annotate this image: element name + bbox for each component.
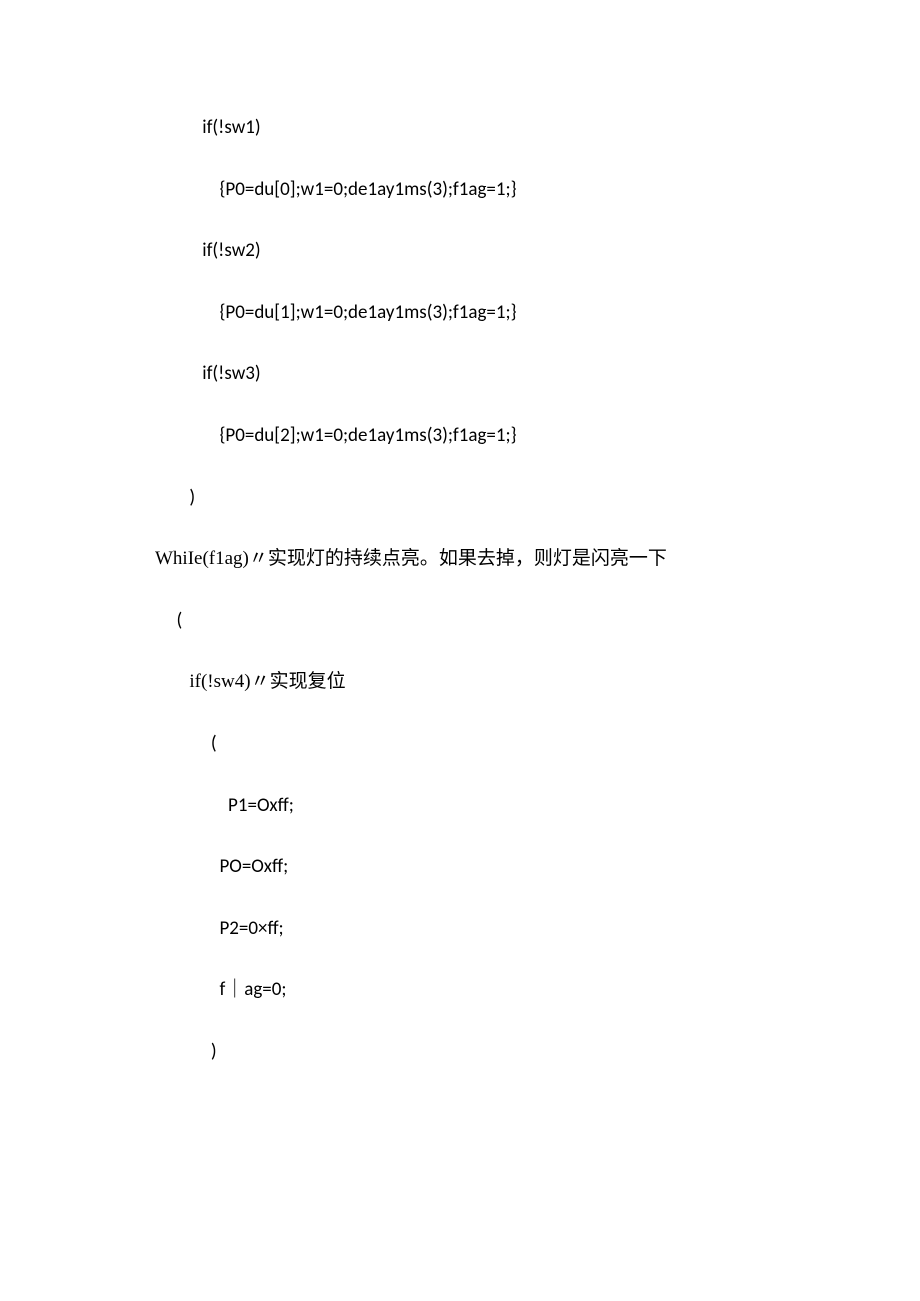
code-text: if(!sw1) [202,116,260,139]
code-text [155,855,219,878]
code-line: ( [155,731,820,758]
code-line: {P0=du[2];w1=0;de1ay1ms(3);f1ag=1;} [155,423,820,450]
code-text [155,978,219,1001]
code-text: PO=Oxff; [219,855,288,878]
code-text: if(!sw3) [202,362,260,385]
code-text [155,116,202,139]
code-line: if(!sw1) [155,115,820,142]
code-line: {P0=du[0];w1=0;de1ay1ms(3);f1ag=1;} [155,177,820,204]
code-line: P2=0×ff; [155,916,820,943]
document-page: if(!sw1) {P0=du[0];w1=0;de1ay1ms(3);f1ag… [0,0,920,1301]
code-text [155,301,219,324]
code-text: ( [176,609,182,632]
code-text [155,1040,211,1063]
code-line: {P0=du[1];w1=0;de1ay1ms(3);f1ag=1;} [155,300,820,327]
code-text: WhiIe(f1ag)〃实现灯的持续点亮。如果去掉，则灯是闪亮一下 [155,548,667,569]
code-text: {P0=du[0];w1=0;de1ay1ms(3);f1ag=1;} [219,178,516,201]
code-text: if(!sw4)〃实现复位 [189,671,345,692]
code-text: ( [211,732,217,755]
code-text: ) [211,1040,217,1063]
code-line: ( [155,608,820,635]
code-text [155,424,219,447]
code-text [155,732,211,755]
code-text [155,362,202,385]
code-line: if(!sw2) [155,238,820,265]
code-text [155,609,176,632]
code-text [155,239,202,262]
code-line: f｜ag=0; [155,977,820,1004]
code-line: PO=Oxff; [155,854,820,881]
code-line: if(!sw4)〃实现复位 [155,669,820,696]
code-text: P1=Oxff; [228,794,294,817]
code-line: P1=Oxff; [155,793,820,820]
code-text: if(!sw2) [202,239,260,262]
code-text [155,486,189,509]
code-line: WhiIe(f1ag)〃实现灯的持续点亮。如果去掉，则灯是闪亮一下 [155,546,820,573]
code-text [155,794,228,817]
code-line: if(!sw3) [155,361,820,388]
code-line: ) [155,1039,820,1066]
code-text [155,670,189,693]
code-line: ) [155,485,820,512]
code-text: f｜ag=0; [219,978,286,1001]
code-text [155,917,219,940]
code-text: {P0=du[1];w1=0;de1ay1ms(3);f1ag=1;} [219,301,516,324]
code-text: P2=0×ff; [219,917,283,940]
code-text [155,178,219,201]
code-text: ) [189,486,195,509]
code-text: {P0=du[2];w1=0;de1ay1ms(3);f1ag=1;} [219,424,516,447]
